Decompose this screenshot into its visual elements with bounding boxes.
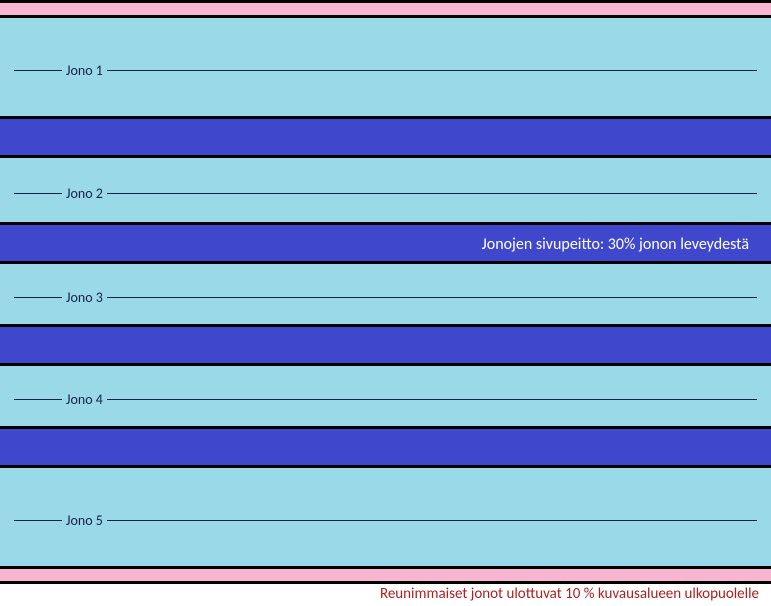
row-label-wrap-5: Jono 5 xyxy=(14,510,757,530)
tick-right xyxy=(107,193,757,194)
row-label-3: Jono 3 xyxy=(62,289,107,306)
tick-left xyxy=(14,70,62,71)
row-label-4: Jono 4 xyxy=(62,391,107,408)
tick-right xyxy=(107,520,757,521)
overlap-label: Jonojen sivupeitto: 30% jonon leveydestä xyxy=(482,235,749,254)
overlap-band-2: Jonojen sivupeitto: 30% jonon leveydestä xyxy=(0,222,771,264)
footnote: Reunimmaiset jonot ulottuvat 10 % kuvaus… xyxy=(380,585,759,603)
tick-left xyxy=(14,399,62,400)
row-label-wrap-1: Jono 1 xyxy=(14,60,757,80)
row-label-5: Jono 5 xyxy=(62,512,107,529)
row-label-wrap-2: Jono 2 xyxy=(14,183,757,203)
row-label-wrap-3: Jono 3 xyxy=(14,287,757,307)
row-label-wrap-4: Jono 4 xyxy=(14,389,757,409)
tick-right xyxy=(107,399,757,400)
tick-left xyxy=(14,520,62,521)
tick-left xyxy=(14,193,62,194)
row-band-3: Jono 3 xyxy=(0,261,771,327)
overlap-band-3 xyxy=(0,324,771,366)
edge-band-bottom xyxy=(0,566,771,584)
row-band-2: Jono 2 xyxy=(0,155,771,225)
row-band-4: Jono 4 xyxy=(0,363,771,429)
overlap-band-4 xyxy=(0,426,771,468)
tick-left xyxy=(14,297,62,298)
overlap-diagram: Jono 1 Jono 2 Jonojen sivupeitto: 30% jo… xyxy=(0,0,771,606)
overlap-band-1 xyxy=(0,116,771,158)
row-band-5: Jono 5 xyxy=(0,465,771,569)
row-band-1: Jono 1 xyxy=(0,15,771,119)
tick-right xyxy=(107,70,757,71)
row-label-2: Jono 2 xyxy=(62,185,107,202)
row-label-1: Jono 1 xyxy=(62,62,107,79)
tick-right xyxy=(107,297,757,298)
